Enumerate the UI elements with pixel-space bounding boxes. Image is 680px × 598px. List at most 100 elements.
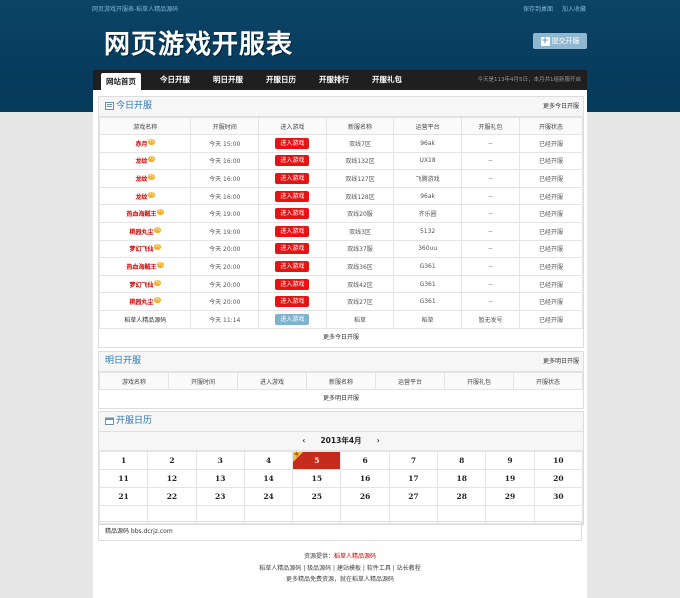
date-note: 今天是113年4月5日，本月共1组新服开启 (477, 77, 582, 83)
footer-link[interactable]: 站长教程 (397, 565, 421, 572)
game-name-link[interactable]: 梦幻飞仙 (129, 282, 153, 289)
calendar-day-cell[interactable]: 23 (195, 487, 245, 506)
calendar-grid: 1 2 3 4 今 5 6 7 8 9 10 11 12 13 14 15 16 17 18 19 20 21 22 23 24… (98, 451, 584, 524)
calendar-day-cell[interactable]: 10 (533, 451, 584, 470)
table-row: 热血海贼王礼今天 20:00 进入游戏 双线36区 G361 -- 已经开服 (98, 257, 583, 276)
calendar-day-number: 3 (217, 456, 223, 465)
table-row: 桃园丸尘礼今天 20:00 进入游戏 双线27区 G361 -- 已经开服 (98, 292, 583, 311)
calendar-day-cell[interactable]: 4 (243, 451, 294, 470)
nav-home[interactable]: 网站首页 (101, 73, 141, 90)
calendar-day-cell[interactable]: 13 (195, 469, 245, 488)
calendar-day-number: 12 (166, 474, 178, 483)
calendar-week-row: 1 2 3 4 今 5 6 7 8 9 10 (98, 451, 584, 470)
calendar-day-cell[interactable]: 8 (437, 451, 487, 470)
footer-link[interactable]: 建站模板 (337, 565, 361, 572)
calendar-day-cell[interactable]: 14 (243, 469, 294, 488)
server-name-cell: 双线132区 (325, 151, 395, 171)
game-name-link[interactable]: 热血海贼王 (126, 264, 156, 271)
calendar-week-row: 11 12 13 14 15 16 17 18 19 20 (98, 469, 584, 488)
table-row: 龙纹礼今天 16:00 进入游戏 双线132区 UX18 -- 已经开服 (98, 151, 583, 171)
calendar-day-cell[interactable]: 16 (340, 469, 390, 488)
calendar-day-cell[interactable]: 30 (533, 487, 584, 506)
enter-game-button[interactable]: 进入游戏 (275, 278, 310, 290)
platform-cell: 齐乐圈 (393, 204, 462, 223)
calendar-day-cell[interactable]: 25 (292, 487, 342, 506)
today-col-header: 运营平台 (393, 117, 462, 135)
calendar-day-cell[interactable]: 19 (485, 469, 535, 488)
nav-tomorrow[interactable]: 明日开服 (208, 70, 248, 90)
nav-today[interactable]: 今日开服 (155, 70, 195, 90)
game-name-link[interactable]: 龙纹 (135, 176, 147, 183)
calendar-day-cell[interactable]: 11 (98, 469, 149, 488)
calendar-day-cell[interactable]: 3 (195, 451, 245, 470)
gift-cell: -- (460, 239, 521, 259)
calendar-day-cell[interactable]: 20 (533, 469, 584, 488)
footer-link[interactable]: 软件工具 (367, 565, 391, 572)
calendar-day-cell[interactable]: 22 (147, 487, 197, 506)
calendar-day-cell[interactable]: 7 (388, 451, 439, 470)
enter-game-button[interactable]: 进入游戏 (275, 243, 310, 255)
server-name-cell: 双线127区 (325, 169, 395, 188)
game-name-link[interactable]: 龙纹 (135, 194, 147, 201)
site-logo[interactable]: 网页游戏开服表 (104, 24, 293, 61)
enter-game-button[interactable]: 进入游戏 (275, 172, 310, 184)
calendar-day-cell[interactable]: 6 (340, 451, 390, 470)
calendar-title: 开服日历 (116, 416, 153, 426)
enter-game-button[interactable]: 进入游戏 (275, 260, 310, 272)
nav-gifts[interactable]: 开服礼包 (367, 70, 407, 90)
footer-source-link[interactable]: 稻草人精品源码 (334, 553, 376, 560)
enter-game-button[interactable]: 进入游戏 (275, 155, 310, 167)
enter-game-button[interactable]: 进入游戏 (275, 313, 310, 325)
friend-links-box[interactable]: 精品源码 bbs.dcrjz.com (98, 521, 582, 541)
calendar-day-cell[interactable]: 2 (147, 451, 197, 470)
site-title-link[interactable]: 网页游戏开服表-稻草人精品源码 (92, 4, 178, 13)
calendar-day-cell[interactable]: 29 (485, 487, 535, 506)
calendar-day-cell[interactable]: 17 (388, 469, 439, 488)
today-more-link[interactable]: 更多今日开服 (543, 97, 579, 116)
add-favorite-link[interactable]: 加入收藏 (562, 4, 586, 13)
today-more-row[interactable]: 更多今日开服 (99, 329, 583, 347)
submit-server-button[interactable]: + 提交开服 (533, 33, 587, 49)
calendar-day-cell[interactable]: 9 (485, 451, 535, 470)
enter-game-button[interactable]: 进入游戏 (275, 225, 310, 237)
calendar-day-number: 11 (118, 474, 129, 483)
game-name-link[interactable]: 梦幻飞仙 (129, 246, 153, 253)
calendar-day-cell[interactable]: 18 (437, 469, 487, 488)
calendar-day-cell[interactable]: 12 (147, 469, 197, 488)
open-time-cell: 今天 11:14 (190, 309, 260, 329)
game-name-link[interactable]: 龙纹 (135, 158, 147, 165)
save-to-desktop-link[interactable]: 保存到桌面 (523, 4, 553, 13)
game-name-link[interactable]: 桃园丸尘 (129, 229, 153, 236)
calendar-day-cell[interactable]: 26 (340, 487, 390, 506)
calendar-day-cell[interactable]: 15 (292, 469, 342, 488)
game-name-link[interactable]: 桃园丸尘 (129, 299, 153, 306)
calendar-day-cell[interactable]: 28 (437, 487, 487, 506)
today-panel: 今日开服 更多今日开服 游戏名称 开服时间 进入游戏 新服名称 运营平台 开服礼包 开服状态… (98, 96, 584, 348)
next-month-button[interactable]: › (372, 432, 384, 450)
calendar-day-cell[interactable]: 27 (388, 487, 439, 506)
enter-game-button[interactable]: 进入游戏 (275, 137, 310, 149)
enter-game-button[interactable]: 进入游戏 (275, 190, 310, 202)
table-row: 热血海贼王礼今天 19:00 进入游戏 双线20服 齐乐圈 -- 已经开服 (98, 204, 583, 223)
calendar-day-cell[interactable]: 1 (98, 451, 149, 470)
tomorrow-more-link[interactable]: 更多明日开服 (543, 352, 579, 371)
tomorrow-table: 游戏名称 开服时间 进入游戏 新服名称 运营平台 开服礼包 开服状态 (99, 372, 583, 390)
enter-game-button[interactable]: 进入游戏 (275, 208, 310, 220)
tomorrow-more-row[interactable]: 更多明日开服 (99, 390, 583, 408)
prev-month-button[interactable]: ‹ (298, 432, 310, 450)
game-name-link[interactable]: 赤月 (135, 141, 147, 148)
nav-calendar[interactable]: 开服日历 (261, 70, 301, 90)
calendar-day-cell[interactable]: 21 (98, 487, 149, 506)
game-name-link[interactable]: 热血海贼王 (126, 211, 156, 218)
server-name-cell: 双线20服 (325, 204, 395, 223)
enter-game-button[interactable]: 进入游戏 (275, 296, 310, 308)
calendar-today-cell[interactable]: 今5 (292, 451, 342, 470)
footer-link[interactable]: 极品源码 (307, 565, 331, 572)
table-row: 龙纹礼今天 16:00 进入游戏 双线127区 飞腾游戏 -- 已经开服 (98, 169, 583, 188)
calendar-day-cell[interactable]: 24 (243, 487, 294, 506)
nav-ranking[interactable]: 开服排行 (314, 70, 354, 90)
calendar-day-number: 2 (169, 456, 175, 465)
footer-link[interactable]: 稻草人精品源码 (259, 565, 301, 572)
today-col-header: 新服名称 (325, 117, 395, 135)
game-name-link[interactable]: 稻草人精品源码 (124, 317, 166, 324)
